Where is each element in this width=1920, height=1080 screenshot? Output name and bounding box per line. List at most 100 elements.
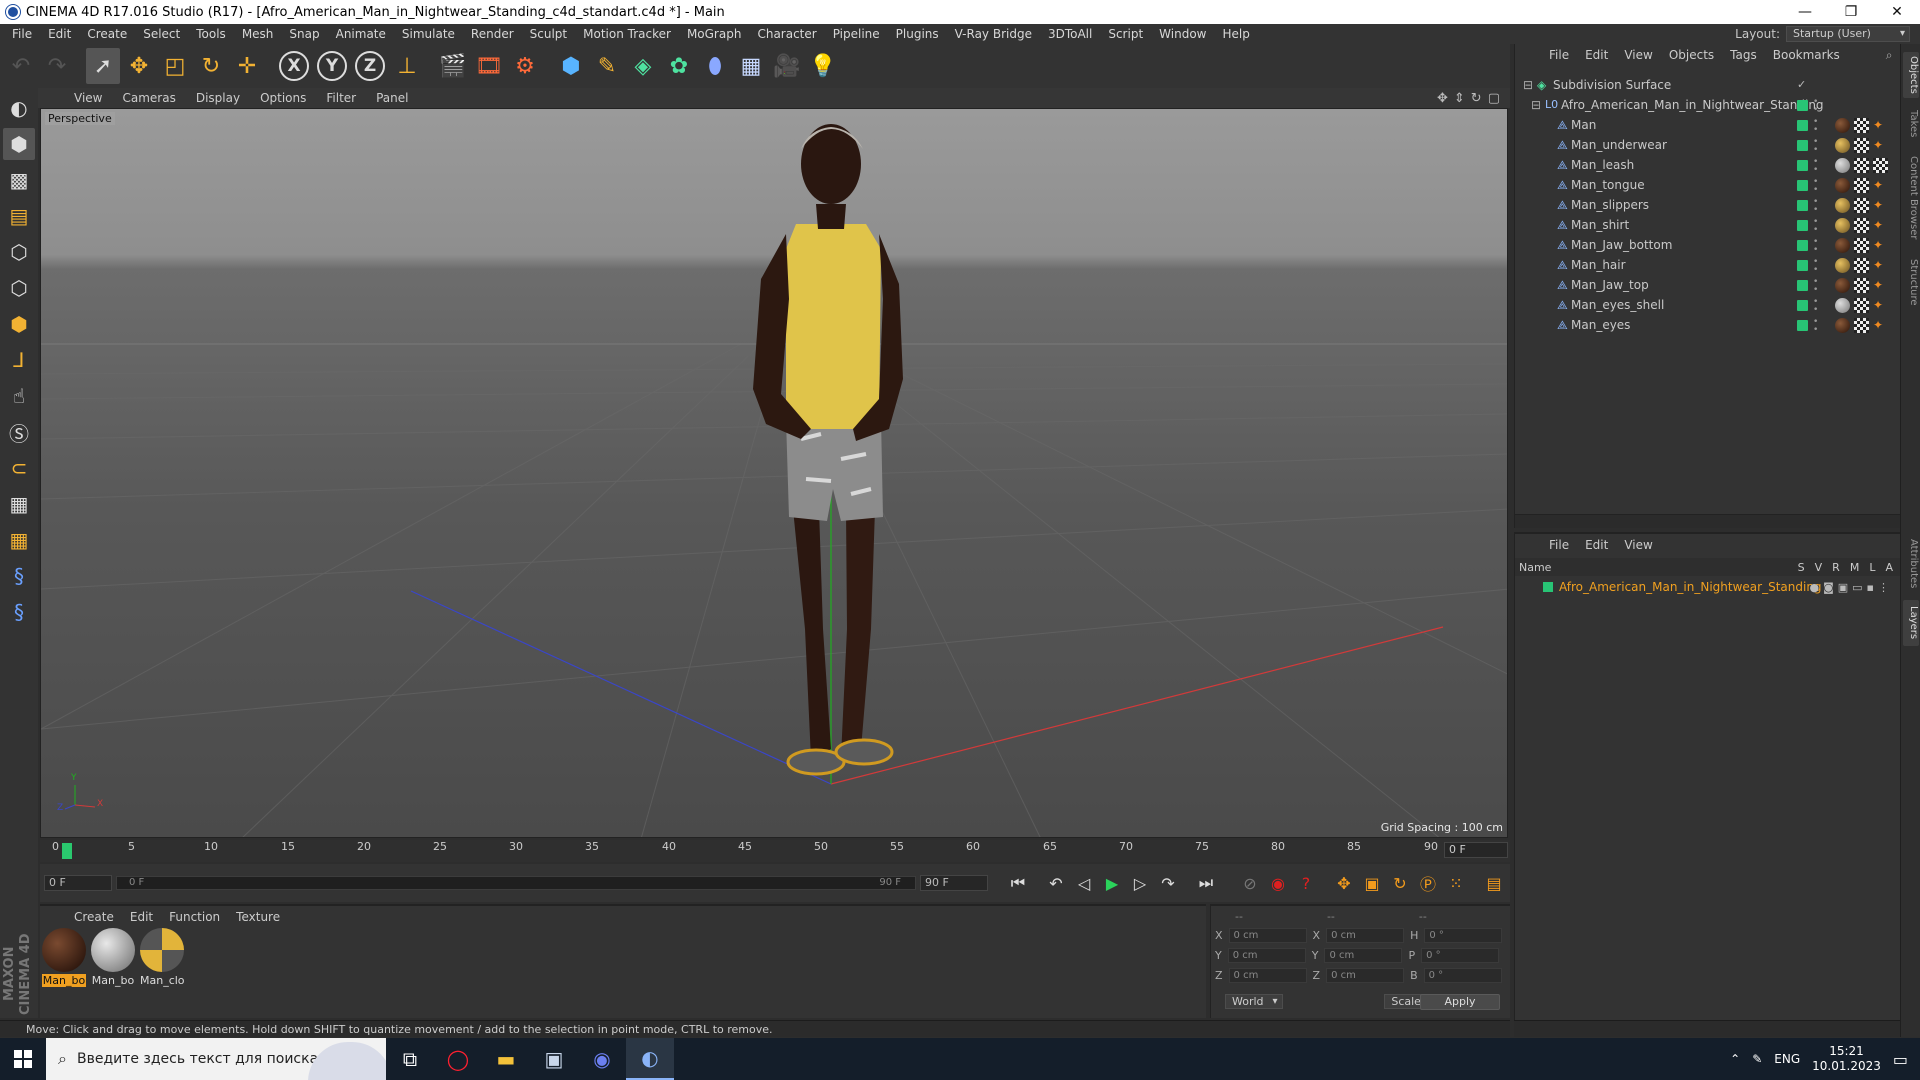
phong-tag-icon[interactable]: ✦ [1873,258,1885,273]
points-mode-icon[interactable]: ⬡ [3,236,35,268]
render-dots[interactable]: • • [1813,218,1818,235]
material-tag-icon[interactable] [1835,278,1850,293]
visibility-toggle[interactable] [1797,300,1808,311]
opera-browser-icon[interactable]: ◯ [434,1038,482,1080]
start-frame-field[interactable]: 0 F [44,875,112,891]
lm-menu-edit[interactable]: Edit [1577,538,1616,552]
object-row[interactable]: ⟁ Man_Jaw_top • • ✦ [1515,276,1901,296]
texture-mode-icon[interactable]: ▩ [3,164,35,196]
render-dots[interactable]: • • [1813,258,1818,275]
material-tag-icon[interactable] [1835,298,1850,313]
pos-x-field[interactable]: 0 cm [1228,928,1307,943]
close-button[interactable]: ✕ [1874,0,1920,24]
object-row[interactable]: ⟁ Man_underwear • • ✦ [1515,136,1901,156]
timeline-menu-icon[interactable]: ▤ [1482,870,1506,896]
material-tag-icon[interactable] [1835,118,1850,133]
x-axis-lock-icon[interactable]: X [279,51,309,81]
visibility-toggle[interactable] [1797,220,1808,231]
material-swatch[interactable]: Man_bo [91,928,135,987]
uvw-tag-icon[interactable] [1854,318,1869,333]
object-row[interactable]: ⟁ Man_Jaw_bottom • • ✦ [1515,236,1901,256]
object-row[interactable]: ⟁ Man_hair • • ✦ [1515,256,1901,276]
phong-tag-icon[interactable]: ✦ [1873,298,1885,313]
render-dots[interactable]: • • [1813,158,1818,175]
redo-icon[interactable]: ↷ [40,48,74,84]
apply-button[interactable]: Apply [1420,994,1500,1010]
layer-col-solo[interactable]: S [1798,561,1805,574]
cube-primitive-icon[interactable]: ⬢ [554,48,588,84]
edges-mode-icon[interactable]: ⬡ [3,272,35,304]
rotate-tool-icon[interactable]: ↻ [194,48,228,84]
menu-select[interactable]: Select [135,24,188,44]
python-icon[interactable]: § [3,560,35,592]
render-dots[interactable]: • • [1813,98,1818,115]
render-dots[interactable]: • • [1813,118,1818,135]
menu-pipeline[interactable]: Pipeline [825,24,888,44]
uvw-tag-icon[interactable] [1854,238,1869,253]
size-z-field[interactable]: 0 cm [1326,968,1405,983]
phong-tag-icon[interactable]: ✦ [1873,138,1885,153]
perspective-viewport[interactable]: Perspective Y X Z Grid Spacing : 100 cm [40,108,1508,838]
material-swatch[interactable]: Man_clo [140,928,185,987]
record-parameter-icon[interactable]: Ⓟ [1416,870,1440,896]
menu-animate[interactable]: Animate [328,24,394,44]
render-settings-icon[interactable]: ⚙ [508,48,542,84]
previous-frame-icon[interactable]: ◁ [1072,870,1096,896]
layer-col-manager[interactable]: M [1850,561,1860,574]
taskbar-search-box[interactable]: ⌕ Введите здесь текст для поиска [46,1038,386,1080]
planar-workplane-icon[interactable]: ▦ [3,524,35,556]
menu-simulate[interactable]: Simulate [394,24,463,44]
viewport-camera-label[interactable]: Perspective [45,112,115,125]
maximize-button[interactable]: ❐ [1828,0,1874,24]
layer-col-view[interactable]: V [1815,561,1823,574]
move-tool-icon[interactable]: ✥ [122,48,156,84]
viewport-menu-cameras[interactable]: Cameras [112,91,185,105]
material-tag-icon[interactable] [1835,178,1850,193]
tab-objects[interactable]: Objects [1903,52,1919,98]
render-view-icon[interactable]: 🎬 [436,48,470,84]
object-row[interactable]: ⟁ Man_tongue • • ✦ [1515,176,1901,196]
toggle-view-icon[interactable]: ▢ [1488,91,1500,106]
array-icon[interactable]: ✿ [662,48,696,84]
phong-tag-icon[interactable]: ✦ [1873,218,1885,233]
timeline-ruler[interactable]: 0 5 10 15 20 25 30 35 40 45 50 55 60 65 … [40,840,1510,862]
object-row[interactable]: ⟁ Man_eyes_shell • • ✦ [1515,296,1901,316]
y-axis-lock-icon[interactable]: Y [317,51,347,81]
collapse-icon[interactable]: ⊟ [1523,78,1533,92]
tweak-mode-icon[interactable]: ☝ [3,380,35,412]
tab-content-browser[interactable]: Content Browser [1903,148,1919,248]
om-menu-objects[interactable]: Objects [1661,48,1722,62]
next-key-icon[interactable]: ↷ [1156,870,1180,896]
lm-menu-view[interactable]: View [1616,538,1660,552]
visibility-toggle[interactable] [1797,260,1808,271]
undo-icon[interactable]: ↶ [4,48,38,84]
discord-icon[interactable]: ◉ [578,1038,626,1080]
om-menu-view[interactable]: View [1616,48,1660,62]
visibility-toggle[interactable] [1797,240,1808,251]
magnet-icon[interactable]: ⊂ [3,452,35,484]
record-scale-icon[interactable]: ▣ [1360,870,1384,896]
axis-mode-icon[interactable]: ⅃ [3,344,35,376]
om-menu-edit[interactable]: Edit [1577,48,1616,62]
phong-tag-icon[interactable]: ✦ [1873,278,1885,293]
model-mode-icon[interactable]: ⬢ [3,128,35,160]
uvw-tag-icon[interactable] [1854,138,1869,153]
minimize-button[interactable]: — [1782,0,1828,24]
render-dots[interactable]: • • [1813,138,1818,155]
object-row[interactable]: ⟁ Man_leash • • [1515,156,1901,176]
material-swatch[interactable]: Man_bo [42,928,86,987]
viewport-menu-options[interactable]: Options [250,91,316,105]
app-window-icon[interactable]: ▣ [530,1038,578,1080]
menu-sculpt[interactable]: Sculpt [522,24,575,44]
light-icon[interactable]: 💡 [806,48,840,84]
render-dots[interactable]: • • [1813,318,1818,335]
render-dots[interactable]: • • [1813,298,1818,315]
locked-workplane-icon[interactable]: ▦ [3,488,35,520]
character-model[interactable] [753,124,903,776]
menu-render[interactable]: Render [463,24,522,44]
visibility-toggle[interactable] [1797,160,1808,171]
mm-menu-function[interactable]: Function [161,910,228,924]
menu-script[interactable]: Script [1100,24,1151,44]
play-forward-icon[interactable]: ▶ [1100,870,1124,896]
material-tag-icon[interactable] [1835,258,1850,273]
